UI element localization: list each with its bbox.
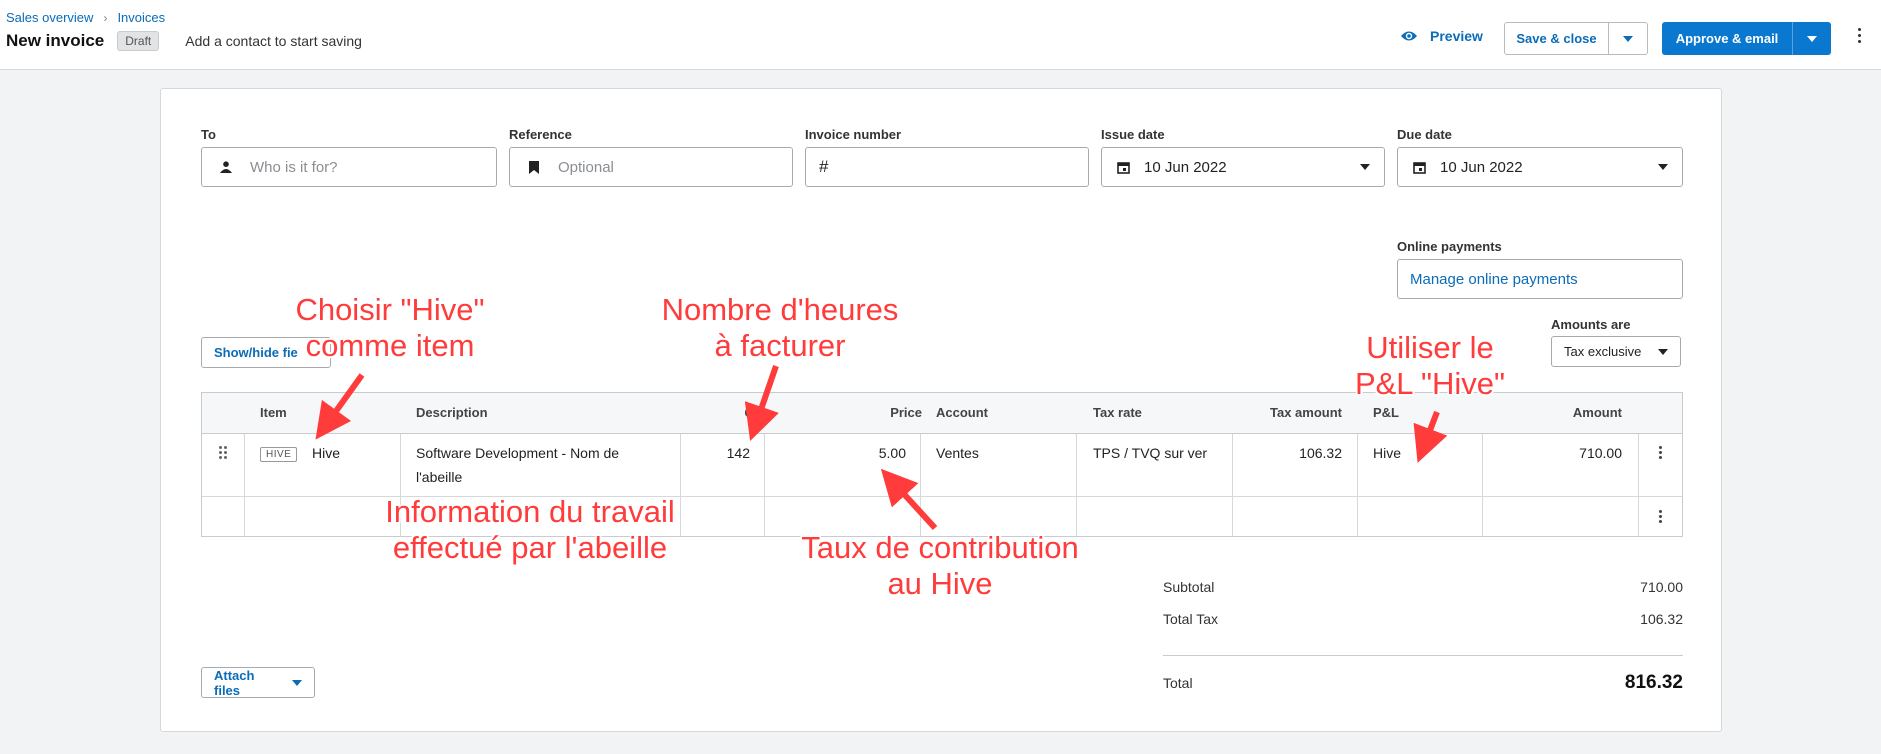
- reference-placeholder: Optional: [558, 158, 614, 176]
- calendar-icon: [1398, 161, 1440, 174]
- pl-cell[interactable]: Hive: [1373, 445, 1401, 461]
- annotation-pl: Utiliser le P&L "Hive": [1354, 330, 1506, 401]
- subtotal-label: Subtotal: [1163, 579, 1215, 595]
- col-price: Price: [890, 405, 922, 420]
- col-pl: P&L: [1373, 405, 1399, 420]
- subtotal-value: 710.00: [1640, 579, 1683, 595]
- invoice-number-label: Invoice number: [805, 127, 902, 142]
- approve-email-button[interactable]: Approve & email: [1662, 22, 1793, 55]
- drag-handle-icon[interactable]: [219, 446, 227, 459]
- issue-date-value: 10 Jun 2022: [1144, 158, 1227, 176]
- chevron-down-icon: [1360, 164, 1370, 170]
- hash-icon: #: [819, 157, 829, 176]
- due-date-value: 10 Jun 2022: [1440, 158, 1523, 176]
- manage-online-payments-link[interactable]: Manage online payments: [1397, 259, 1683, 299]
- col-qty: Qty: [744, 405, 766, 420]
- breadcrumb-invoices[interactable]: Invoices: [117, 10, 165, 25]
- approve-button-group: Approve & email: [1662, 22, 1831, 55]
- tax-rate-cell[interactable]: TPS / TVQ sur ver: [1093, 445, 1223, 461]
- save-options-button[interactable]: [1609, 23, 1647, 54]
- save-button-group: Save & close: [1504, 22, 1648, 55]
- annotation-rate: Taux de contribution au Hive: [801, 530, 1079, 601]
- invoice-card: To Reference Invoice number Issue date D…: [160, 88, 1722, 732]
- issue-date-field[interactable]: 10 Jun 2022: [1101, 147, 1385, 187]
- col-tax-amount: Tax amount: [1270, 405, 1342, 420]
- more-options-icon[interactable]: [1856, 28, 1862, 43]
- amounts-are-select[interactable]: Tax exclusive: [1551, 336, 1681, 367]
- amount-cell[interactable]: 710.00: [1502, 445, 1622, 461]
- chevron-down-icon: [1807, 35, 1817, 42]
- to-field[interactable]: Who is it for?: [201, 147, 497, 187]
- attach-files-button[interactable]: Attach files: [201, 667, 315, 698]
- chevron-right-icon: ›: [103, 10, 108, 25]
- totals-divider: [1163, 655, 1683, 656]
- approve-options-button[interactable]: [1793, 22, 1831, 55]
- col-amount: Amount: [1572, 405, 1622, 420]
- col-description: Description: [416, 405, 488, 420]
- issue-date-label: Issue date: [1101, 127, 1165, 142]
- save-close-button[interactable]: Save & close: [1505, 23, 1609, 54]
- total-tax-value: 106.32: [1640, 611, 1683, 627]
- qty-cell[interactable]: 142: [702, 445, 750, 461]
- tax-amount-cell: 106.32: [1299, 445, 1342, 461]
- breadcrumb: Sales overview › Invoices: [6, 10, 165, 25]
- annotation-item: Choisir "Hive" comme item: [295, 292, 485, 363]
- col-item: Item: [260, 405, 287, 420]
- invoice-number-field[interactable]: #: [805, 147, 1089, 187]
- preview-button[interactable]: Preview: [1400, 28, 1483, 44]
- page-title: New invoice: [6, 31, 105, 50]
- to-label: To: [201, 127, 216, 142]
- item-code-tag: HIVE: [260, 447, 298, 462]
- breadcrumb-sales-overview[interactable]: Sales overview: [6, 10, 93, 25]
- bookmark-icon: [510, 160, 558, 174]
- chevron-down-icon: [1623, 35, 1633, 42]
- due-date-field[interactable]: 10 Jun 2022: [1397, 147, 1683, 187]
- row-options-icon[interactable]: [1659, 446, 1662, 459]
- total-label: Total: [1163, 675, 1193, 691]
- total-tax-label: Total Tax: [1163, 611, 1218, 627]
- attach-files-label: Attach files: [214, 667, 255, 698]
- annotation-work: Information du travail effectué par l'ab…: [385, 494, 675, 565]
- total-value: 816.32: [1624, 672, 1683, 693]
- status-badge: Draft: [117, 31, 160, 51]
- account-cell[interactable]: Ventes: [936, 445, 979, 461]
- online-payments-label: Online payments: [1397, 239, 1502, 254]
- chevron-down-icon: [292, 679, 302, 686]
- price-cell[interactable]: 5.00: [842, 445, 906, 461]
- chevron-down-icon: [1658, 348, 1668, 355]
- item-cell[interactable]: Hive: [312, 445, 340, 461]
- annotation-hours: Nombre d'heures à facturer: [661, 292, 899, 363]
- reference-field[interactable]: Optional: [509, 147, 793, 187]
- to-placeholder: Who is it for?: [250, 158, 338, 176]
- top-bar: Sales overview › Invoices New invoice Dr…: [0, 0, 1881, 70]
- col-tax-rate: Tax rate: [1093, 405, 1142, 420]
- chevron-down-icon: [1658, 164, 1668, 170]
- preview-label: Preview: [1430, 28, 1483, 44]
- description-line1[interactable]: Software Development - Nom de: [416, 445, 619, 461]
- col-account: Account: [936, 405, 988, 420]
- amounts-are-label: Amounts are: [1551, 317, 1631, 332]
- due-date-label: Due date: [1397, 127, 1452, 142]
- calendar-icon: [1102, 161, 1144, 174]
- person-icon: [202, 161, 250, 173]
- reference-label: Reference: [509, 127, 572, 142]
- eye-icon: [1401, 31, 1417, 41]
- amounts-are-value: Tax exclusive: [1564, 344, 1642, 359]
- row-options-icon[interactable]: [1659, 510, 1662, 523]
- save-hint: Add a contact to start saving: [185, 33, 362, 49]
- description-line2[interactable]: l'abeille: [416, 469, 462, 485]
